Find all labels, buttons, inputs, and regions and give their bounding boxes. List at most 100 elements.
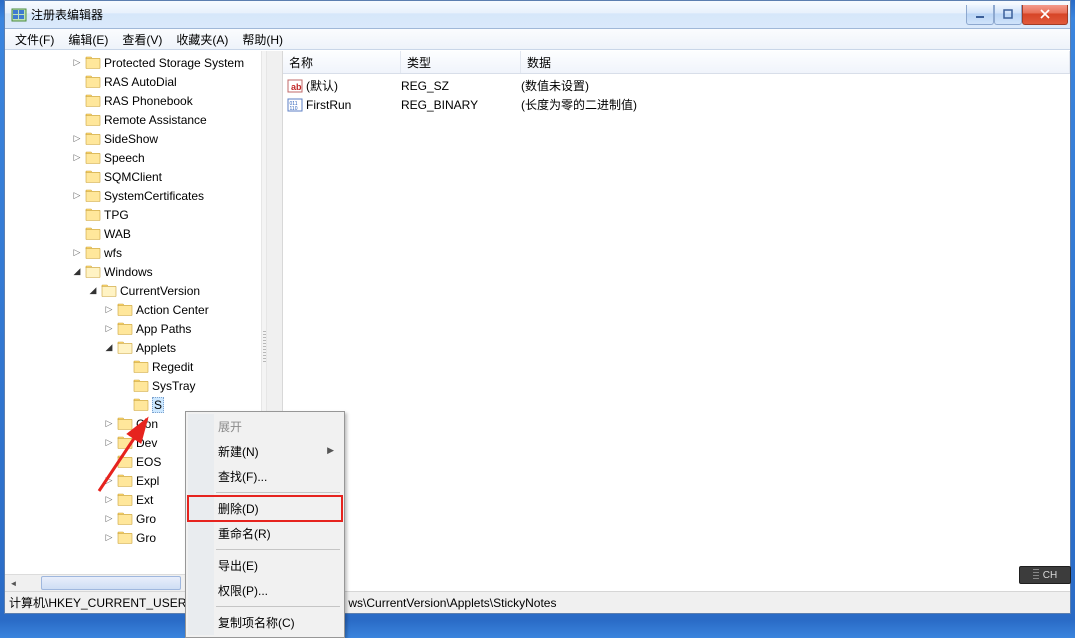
content-area: ▷ Protected Storage System RAS AutoDial … <box>5 50 1070 591</box>
tree-item[interactable]: SysTray <box>5 376 282 395</box>
tree-item[interactable]: ◢ Applets <box>5 338 282 357</box>
tree-item-label: Remote Assistance <box>104 113 207 127</box>
folder-icon <box>85 265 101 279</box>
folder-icon <box>85 189 101 203</box>
ime-grip-icon <box>1033 569 1039 581</box>
folder-icon <box>117 531 133 545</box>
titlebar[interactable]: 注册表编辑器 <box>5 1 1070 29</box>
expand-collapsed-icon[interactable]: ▷ <box>69 150 85 166</box>
ctx-copy-key-name[interactable]: 复制项名称(C) <box>188 610 342 635</box>
tree-item-label: Dev <box>136 436 157 450</box>
folder-icon <box>85 75 101 89</box>
tree-item[interactable]: ▷ Action Center <box>5 300 282 319</box>
ctx-delete[interactable]: 删除(D) <box>188 496 342 521</box>
expand-collapsed-icon[interactable]: ▷ <box>69 188 85 204</box>
expand-collapsed-icon[interactable]: ▷ <box>69 55 85 71</box>
tree-item[interactable]: ▷ Protected Storage System <box>5 53 282 72</box>
expand-collapsed-icon[interactable]: ▷ <box>101 302 117 318</box>
tree-item-label: RAS AutoDial <box>104 75 177 89</box>
tree-item[interactable]: TPG <box>5 205 282 224</box>
tree-item[interactable]: Remote Assistance <box>5 110 282 129</box>
column-header-data[interactable]: 数据 <box>521 51 1070 73</box>
regedit-icon <box>11 7 27 23</box>
folder-icon <box>117 341 133 355</box>
tree-item[interactable]: Regedit <box>5 357 282 376</box>
list-row[interactable]: 011 110 FirstRunREG_BINARY(长度为零的二进制值) <box>283 95 1070 114</box>
close-button[interactable] <box>1022 5 1068 25</box>
tree-item-label: Regedit <box>152 360 193 374</box>
tree-item-label: CurrentVersion <box>120 284 200 298</box>
folder-icon <box>101 284 117 298</box>
menubar: 文件(F) 编辑(E) 查看(V) 收藏夹(A) 帮助(H) <box>5 29 1070 50</box>
tree-item-label: Gro <box>136 512 156 526</box>
folder-icon <box>85 170 101 184</box>
tree-item-label: Ext <box>136 493 153 507</box>
column-header-name[interactable]: 名称 <box>283 51 401 73</box>
window-buttons <box>966 5 1068 25</box>
folder-icon <box>133 360 149 374</box>
tree-item[interactable]: ▷ wfs <box>5 243 282 262</box>
folder-icon <box>85 113 101 127</box>
expand-collapsed-icon[interactable]: ▷ <box>101 435 117 451</box>
minimize-button[interactable] <box>966 5 994 25</box>
expand-collapsed-icon[interactable]: ▷ <box>101 473 117 489</box>
expand-collapsed-icon[interactable]: ▷ <box>101 511 117 527</box>
ctx-new[interactable]: 新建(N) ▶ <box>188 439 342 464</box>
list-row[interactable]: ab (默认)REG_SZ(数值未设置) <box>283 76 1070 95</box>
menu-view[interactable]: 查看(V) <box>115 29 169 50</box>
context-menu: 展开 新建(N) ▶ 查找(F)... 删除(D) 重命名(R) 导出(E) 权… <box>185 411 345 638</box>
ctx-find[interactable]: 查找(F)... <box>188 464 342 489</box>
expand-collapsed-icon[interactable]: ▷ <box>101 530 117 546</box>
tree-item[interactable]: ▷ SystemCertificates <box>5 186 282 205</box>
expand-collapsed-icon[interactable]: ▷ <box>69 245 85 261</box>
tree-item[interactable]: RAS Phonebook <box>5 91 282 110</box>
expand-collapsed-icon[interactable]: ▷ <box>101 492 117 508</box>
tree-item[interactable]: SQMClient <box>5 167 282 186</box>
svg-text:ab: ab <box>291 82 302 92</box>
tree-item-label: TPG <box>104 208 129 222</box>
tree-item[interactable]: ▷ SideShow <box>5 129 282 148</box>
menu-help[interactable]: 帮助(H) <box>235 29 290 50</box>
folder-icon <box>85 246 101 260</box>
window-title: 注册表编辑器 <box>31 6 966 23</box>
tree-item-label: WAB <box>104 227 131 241</box>
tree-item-label: Speech <box>104 151 145 165</box>
tree-item-label: EOS <box>136 455 161 469</box>
tree-item[interactable]: ▷ Speech <box>5 148 282 167</box>
scroll-left-arrow-icon[interactable]: ◄ <box>5 575 22 591</box>
value-data: (数值未设置) <box>521 77 1070 94</box>
expand-expanded-icon[interactable]: ◢ <box>69 264 85 280</box>
folder-icon <box>117 455 133 469</box>
menu-file[interactable]: 文件(F) <box>8 29 61 50</box>
tree-item[interactable]: WAB <box>5 224 282 243</box>
column-header-type[interactable]: 类型 <box>401 51 521 73</box>
expand-collapsed-icon[interactable]: ▷ <box>101 416 117 432</box>
reg-string-icon: ab <box>287 78 303 94</box>
ctx-rename[interactable]: 重命名(R) <box>188 521 342 546</box>
ctx-permissions[interactable]: 权限(P)... <box>188 578 342 603</box>
tree-item-label: SideShow <box>104 132 158 146</box>
reg-binary-icon: 011 110 <box>287 97 303 113</box>
expand-expanded-icon[interactable]: ◢ <box>101 340 117 356</box>
expand-collapsed-icon[interactable]: ▷ <box>101 321 117 337</box>
tree-item-label: Windows <box>104 265 153 279</box>
ime-label: CH <box>1043 570 1057 581</box>
ime-indicator[interactable]: CH <box>1019 566 1071 584</box>
tree-item[interactable]: ◢ CurrentVersion <box>5 281 282 300</box>
menu-edit[interactable]: 编辑(E) <box>61 29 115 50</box>
folder-icon <box>117 303 133 317</box>
ctx-separator <box>216 549 340 550</box>
expand-expanded-icon[interactable]: ◢ <box>85 283 101 299</box>
expand-collapsed-icon[interactable]: ▷ <box>69 131 85 147</box>
maximize-button[interactable] <box>994 5 1022 25</box>
menu-favorites[interactable]: 收藏夹(A) <box>169 29 235 50</box>
tree-item[interactable]: RAS AutoDial <box>5 72 282 91</box>
folder-icon <box>117 512 133 526</box>
scroll-thumb[interactable] <box>41 576 181 590</box>
tree-item[interactable]: ▷ App Paths <box>5 319 282 338</box>
list-pane: 名称 类型 数据 ab (默认)REG_SZ(数值未设置) 011 110 Fi… <box>283 51 1070 591</box>
tree-item[interactable]: ◢ Windows <box>5 262 282 281</box>
folder-icon <box>85 227 101 241</box>
ctx-separator <box>216 492 340 493</box>
ctx-export[interactable]: 导出(E) <box>188 553 342 578</box>
